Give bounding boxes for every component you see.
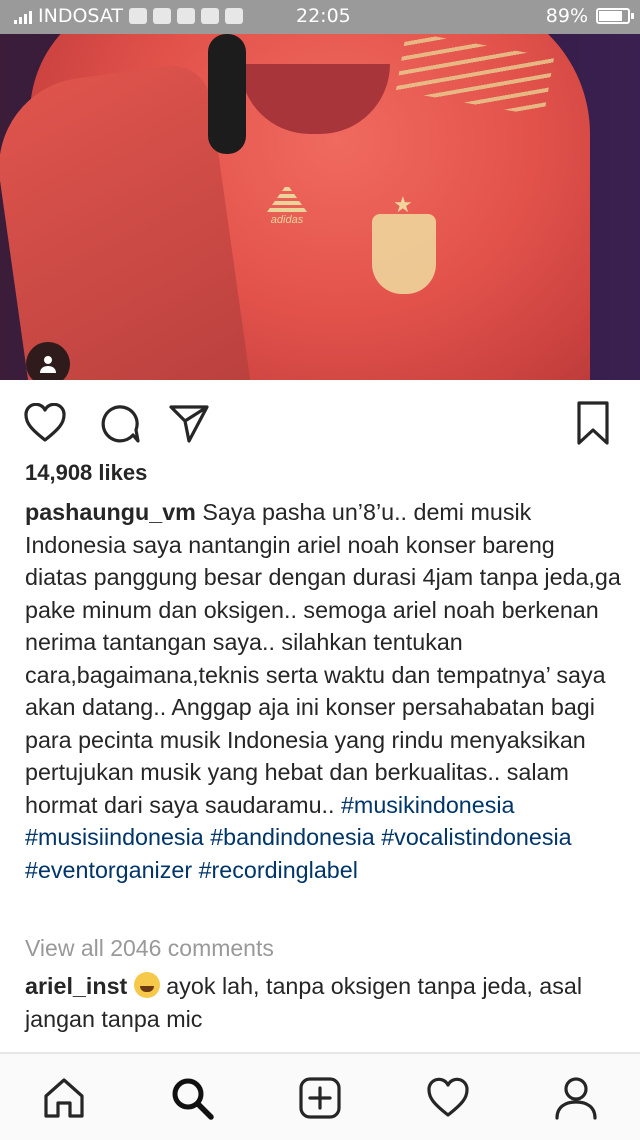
home-icon[interactable] — [40, 1074, 88, 1122]
hashtag[interactable]: #musisiindonesia — [25, 824, 204, 850]
post-image[interactable]: adidas ★ — [0, 34, 640, 380]
twitter-icon — [176, 8, 195, 24]
status-left: INDOSAT — [14, 5, 243, 27]
shield-icon — [152, 8, 171, 24]
mail-icon — [200, 8, 219, 24]
battery-icon — [596, 8, 634, 24]
chat-icon — [224, 8, 243, 24]
clock: 22:05 — [296, 5, 351, 27]
status-right: 89% — [545, 5, 634, 27]
status-bar: INDOSAT 22:05 89% — [0, 0, 640, 34]
notification-icons — [128, 8, 243, 24]
post-actions — [0, 380, 640, 460]
comment-item: ariel_inst ayok lah, tanpa oksigen tanpa… — [25, 970, 621, 1036]
user-tag-icon[interactable] — [26, 342, 70, 380]
battery-percent: 89% — [545, 5, 588, 27]
caption-text: Saya pasha un’8’u.. demi musik Indonesia… — [25, 499, 621, 818]
comment-icon[interactable] — [96, 400, 142, 446]
battery-level — [599, 11, 623, 21]
microphone-graphic — [208, 34, 246, 154]
profile-icon[interactable] — [552, 1074, 600, 1122]
hashtag[interactable]: #vocalistindonesia — [381, 824, 571, 850]
send-icon[interactable] — [166, 400, 212, 446]
bottom-nav — [0, 1052, 640, 1140]
view-all-comments-link[interactable]: View all 2046 comments — [25, 935, 274, 962]
heart-icon[interactable] — [22, 400, 68, 446]
search-icon[interactable] — [168, 1074, 216, 1122]
signal-icon — [14, 8, 32, 24]
brand-logo: adidas — [262, 184, 312, 239]
sweat-smile-emoji-icon — [133, 972, 160, 998]
crest-graphic — [372, 214, 436, 294]
hashtag[interactable]: #recordinglabel — [199, 857, 358, 883]
likes-count[interactable]: 14,908 likes — [25, 460, 147, 486]
post-caption: pashaungu_vm Saya pasha un’8’u.. demi mu… — [25, 496, 621, 886]
wifi-icon — [128, 8, 147, 24]
hashtag[interactable]: #musikindonesia — [341, 792, 515, 818]
hashtag[interactable]: #eventorganizer — [25, 857, 192, 883]
carrier-name: INDOSAT — [38, 5, 123, 27]
activity-heart-icon[interactable] — [424, 1074, 472, 1122]
comment-username[interactable]: ariel_inst — [25, 973, 127, 999]
hashtag[interactable]: #bandindonesia — [210, 824, 375, 850]
add-post-icon[interactable] — [296, 1074, 344, 1122]
bookmark-icon[interactable] — [570, 400, 616, 446]
caption-username[interactable]: pashaungu_vm — [25, 499, 196, 525]
